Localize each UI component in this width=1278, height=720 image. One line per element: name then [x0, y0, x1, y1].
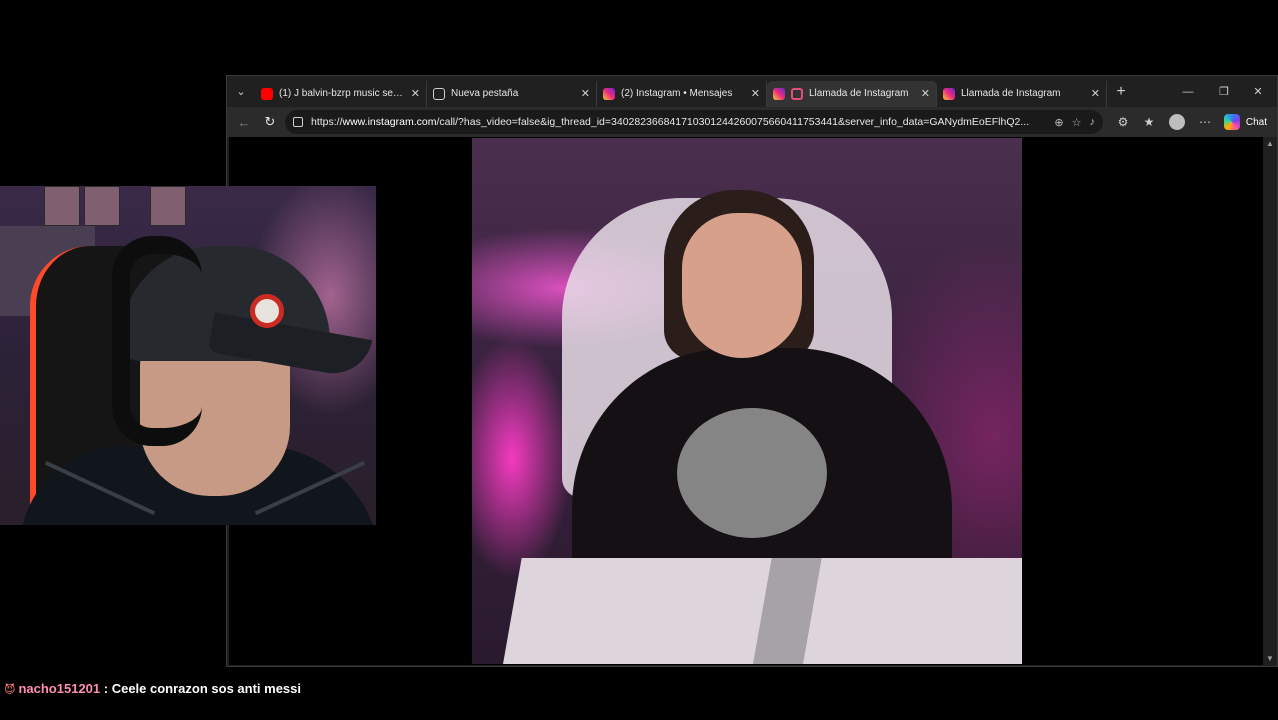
- restore-icon[interactable]: ❐: [1207, 76, 1241, 107]
- favorites-icon[interactable]: ★: [1139, 112, 1159, 132]
- more-options-icon[interactable]: ⋯: [1195, 112, 1215, 132]
- stream-frame: ⌄ (1) J balvin-bzrp music sesions ✕ Nuev…: [0, 0, 1278, 720]
- browser-window: ⌄ (1) J balvin-bzrp music sesions ✕ Nuev…: [226, 75, 1278, 667]
- page-icon: [433, 87, 445, 100]
- chat-button-label: Chat: [1245, 116, 1267, 128]
- tab-youtube[interactable]: (1) J balvin-bzrp music sesions ✕: [255, 80, 427, 107]
- instagram-icon: [773, 87, 785, 100]
- close-tab-icon[interactable]: ✕: [921, 87, 930, 100]
- headphones: [112, 236, 202, 446]
- instagram-icon: [943, 87, 955, 100]
- tab-label: Llamada de Instagram: [809, 88, 909, 99]
- tab-instagram-call-active[interactable]: Llamada de Instagram ✕: [767, 80, 937, 107]
- scroll-down-icon[interactable]: ▼: [1266, 654, 1274, 663]
- poster: [84, 186, 120, 226]
- microphone-icon[interactable]: ♪: [1090, 116, 1096, 128]
- new-tab-icon[interactable]: +: [1107, 76, 1135, 107]
- close-tab-icon[interactable]: ✕: [751, 87, 760, 100]
- youtube-icon: [261, 87, 273, 100]
- poster: [44, 186, 80, 226]
- copilot-icon: [1223, 114, 1240, 130]
- tab-new-tab[interactable]: Nueva pestaña ✕: [427, 80, 597, 107]
- navigation-toolbar: ← ↻ https://www.instagram.com/call/?has_…: [227, 107, 1277, 137]
- favorite-star-icon[interactable]: ☆: [1072, 116, 1082, 129]
- reload-icon[interactable]: ↻: [257, 109, 283, 135]
- caller-face: [682, 213, 802, 358]
- vertical-scrollbar[interactable]: ▲ ▼: [1263, 137, 1277, 665]
- streamer-webcam: [0, 186, 376, 525]
- tab-instagram-call[interactable]: Llamada de Instagram ✕: [937, 80, 1107, 107]
- close-window-icon[interactable]: ✕: [1241, 76, 1275, 107]
- tab-label: (1) J balvin-bzrp music sesions: [279, 88, 405, 99]
- url-text: https://www.instagram.com/call/?has_vide…: [311, 116, 1030, 128]
- tab-instagram-messages[interactable]: (2) Instagram • Mensajes ✕: [597, 80, 767, 107]
- scroll-up-icon[interactable]: ▲: [1266, 139, 1274, 148]
- chat-username: nacho151201: [18, 681, 101, 696]
- tab-label: (2) Instagram • Mensajes: [621, 88, 733, 99]
- chat-message-text: Ceele conrazon sos anti messi: [111, 681, 301, 696]
- extensions-icon[interactable]: ⚙: [1113, 112, 1133, 132]
- tab-bar: ⌄ (1) J balvin-bzrp music sesions ✕ Nuev…: [227, 76, 1277, 107]
- copilot-chat-button[interactable]: Chat: [1217, 110, 1273, 134]
- cap-logo: [250, 294, 284, 328]
- close-tab-icon[interactable]: ✕: [581, 87, 590, 100]
- stream-chat-message: 😈 nacho151201 : Ceele conrazon sos anti m…: [4, 678, 304, 701]
- chat-separator: :: [100, 681, 112, 696]
- back-arrow-icon[interactable]: ←: [231, 109, 257, 135]
- chat-badge-icon: 😈: [4, 684, 16, 696]
- tab-actions-menu-icon[interactable]: ⌄: [227, 76, 255, 107]
- tab-label: Llamada de Instagram: [961, 88, 1061, 99]
- shirt-print: [677, 408, 827, 538]
- minimize-icon[interactable]: —: [1171, 76, 1205, 107]
- recording-indicator-icon: [791, 87, 803, 100]
- tab-label: Nueva pestaña: [451, 88, 519, 99]
- site-info-icon[interactable]: [293, 117, 303, 127]
- close-tab-icon[interactable]: ✕: [411, 87, 420, 100]
- poster: [150, 186, 186, 226]
- zoom-icon[interactable]: ⊕: [1054, 116, 1063, 129]
- profile-icon[interactable]: [1167, 112, 1187, 132]
- close-tab-icon[interactable]: ✕: [1091, 87, 1100, 100]
- address-bar[interactable]: https://www.instagram.com/call/?has_vide…: [285, 110, 1103, 134]
- page-content: [229, 137, 1263, 665]
- instagram-call-video[interactable]: [472, 138, 1022, 664]
- instagram-icon: [603, 87, 615, 100]
